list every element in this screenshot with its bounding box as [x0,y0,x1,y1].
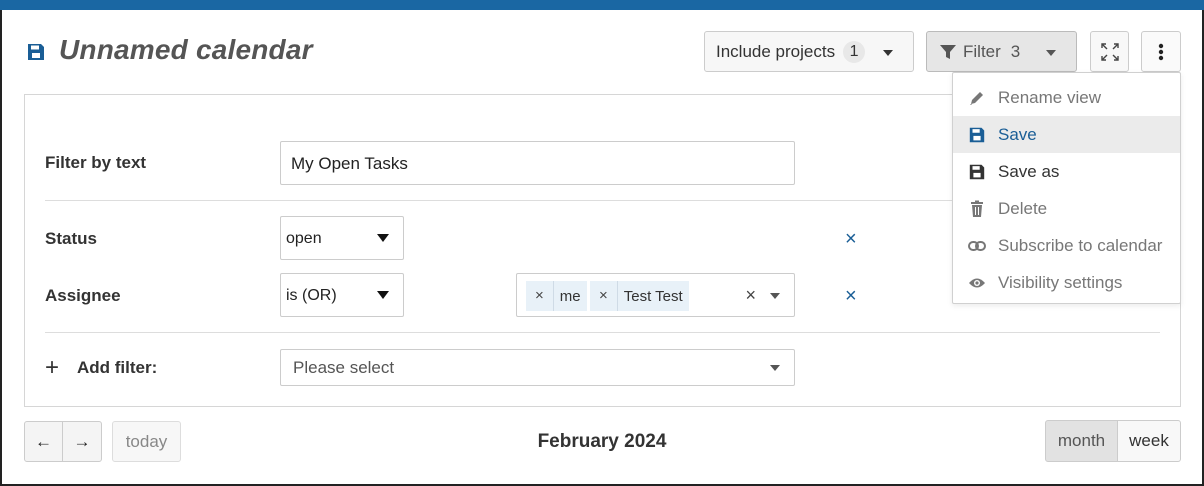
floppy-icon [967,162,987,182]
pencil-icon [967,88,987,108]
trash-icon [967,199,987,219]
include-projects-count-badge: 1 [843,40,866,63]
remove-tag-button[interactable]: × [526,281,554,311]
divider [45,332,1160,333]
clear-selection-button[interactable]: × [745,285,756,306]
expand-icon [1100,42,1119,61]
eye-icon [967,273,987,293]
assignee-label: Assignee [45,286,121,305]
caret-down-icon [883,50,893,56]
triangle-down-icon [377,291,389,299]
remove-tag-button[interactable]: × [590,281,618,311]
filter-text-label: Filter by text [45,153,147,172]
status-label: Status [45,229,97,248]
remove-status-filter-button[interactable]: × [845,228,857,251]
assignee-tag: × me [526,281,587,311]
menu-item-label: Save as [998,161,1060,181]
filter-button[interactable]: Filter 3 [926,31,1077,72]
caret-down-icon [770,365,780,371]
tag-label: me [559,287,581,305]
month-view-button[interactable]: month [1045,420,1118,462]
floppy-icon [967,125,987,145]
caret-down-icon [1046,50,1056,56]
menu-item-label: Save [998,124,1037,144]
menu-item-visibility[interactable]: Visibility settings [953,264,1180,301]
caret-down-icon[interactable] [770,293,780,299]
link-icon [967,236,987,256]
assignee-operator-value: is (OR) [286,287,337,304]
top-accent-bar [0,0,1204,10]
assignee-operator-select[interactable]: is (OR) [280,273,404,317]
assignee-tag: × Test Test [590,281,689,311]
add-filter-label: Add filter: [77,358,158,377]
status-select[interactable]: open [280,216,404,260]
menu-item-label: Delete [998,198,1048,218]
filter-text-input[interactable]: My Open Tasks [280,141,795,185]
assignee-values-select[interactable]: × me × Test Test × [516,273,795,317]
week-view-button[interactable]: week [1117,420,1181,462]
menu-item-save[interactable]: Save [953,116,1180,153]
fullscreen-button[interactable] [1090,31,1129,72]
include-projects-label: Include projects [716,41,836,61]
add-filter-select[interactable]: Please select [280,349,795,386]
menu-item-rename-view[interactable]: Rename view [953,79,1180,116]
current-period-title: February 2024 [537,431,667,452]
menu-item-delete[interactable]: Delete [953,190,1180,227]
add-filter-placeholder: Please select [293,358,395,377]
remove-assignee-filter-button[interactable]: × [845,285,857,308]
more-options-button[interactable] [1141,31,1181,72]
menu-item-label: Visibility settings [998,272,1123,292]
menu-item-label: Subscribe to calendar [998,235,1163,255]
page-title[interactable]: Unnamed calendar [59,34,313,66]
triangle-down-icon [377,234,389,242]
funnel-icon [940,44,956,59]
menu-item-label: Rename view [998,87,1101,107]
menu-item-save-as[interactable]: Save as [953,153,1180,190]
more-options-menu: Rename view Save Save as Delete Subscrib… [952,72,1181,304]
filter-label: Filter [963,41,1001,61]
status-select-value: open [286,230,322,247]
menu-item-subscribe[interactable]: Subscribe to calendar [953,227,1180,264]
floppy-icon [28,44,44,60]
vertical-ellipsis-icon [1158,43,1164,60]
filter-count: 3 [1010,41,1021,61]
include-projects-button[interactable]: Include projects 1 [704,31,914,72]
tag-label: Test Test [623,287,683,305]
plus-icon: + [45,354,60,381]
